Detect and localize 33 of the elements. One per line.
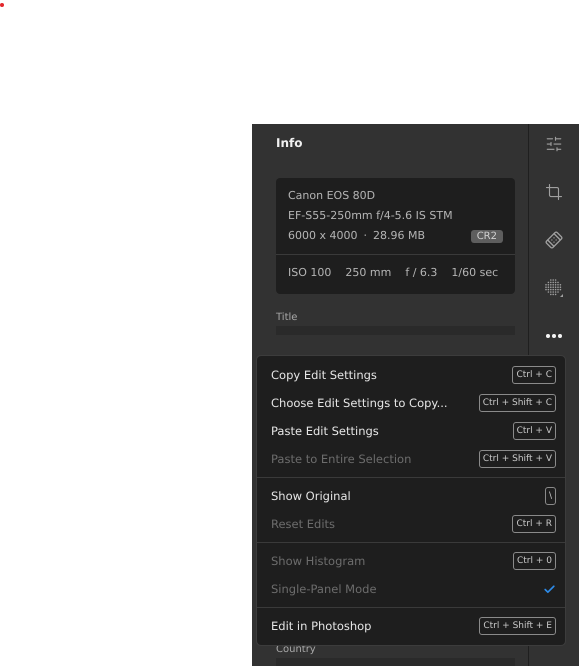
exposure-value: f / 6.3 (405, 265, 438, 281)
shortcut-key: Ctrl + R (512, 515, 556, 533)
dotted-circle-icon (544, 278, 564, 298)
menu-item[interactable]: Paste Edit Settings Ctrl + V (257, 417, 565, 445)
shortcut-key: Ctrl + V (512, 422, 556, 440)
shortcut-key: Ctrl + Shift + V (478, 450, 556, 468)
menu-item[interactable]: Edit in Photoshop Ctrl + Shift + E (257, 612, 565, 640)
menu-item[interactable]: Choose Edit Settings to Copy... Ctrl + Shift + C (257, 389, 565, 417)
exposure-value: 1/60 sec (451, 265, 498, 281)
panel-title: Info (276, 136, 304, 150)
bandage-button[interactable] (543, 230, 565, 250)
file-size: 28.96 MB (373, 228, 426, 244)
menu-item[interactable]: Show Original \ (257, 482, 565, 510)
image-dimensions: 6000 x 4000 (288, 228, 358, 244)
mask-button[interactable] (543, 278, 565, 298)
shortcut-key: Ctrl + C (512, 366, 556, 384)
crop-button[interactable] (543, 182, 565, 202)
field-label: Title (276, 312, 298, 323)
marker-dot (0, 3, 4, 7)
exposure-value: 250 mm (345, 265, 392, 281)
more-icon (546, 334, 562, 338)
shortcut-key: Ctrl + Shift + E (479, 617, 556, 635)
shortcut-key: Ctrl + Shift + C (478, 394, 556, 412)
shortcut-key: \ (544, 487, 556, 505)
camera-model: Canon EOS 80D (288, 188, 376, 204)
lens-name: EF-S55-250mm f/4-5.6 IS STM (288, 208, 454, 224)
exposure-value: ISO 100 (288, 265, 332, 281)
crop-icon (545, 183, 563, 201)
separator-dot: · (364, 228, 367, 244)
shortcut-key: Ctrl + 0 (512, 552, 556, 570)
file-format-badge: CR2 (470, 230, 503, 242)
sliders-icon (545, 135, 563, 153)
menu-item[interactable]: Copy Edit Settings Ctrl + C (257, 361, 565, 389)
